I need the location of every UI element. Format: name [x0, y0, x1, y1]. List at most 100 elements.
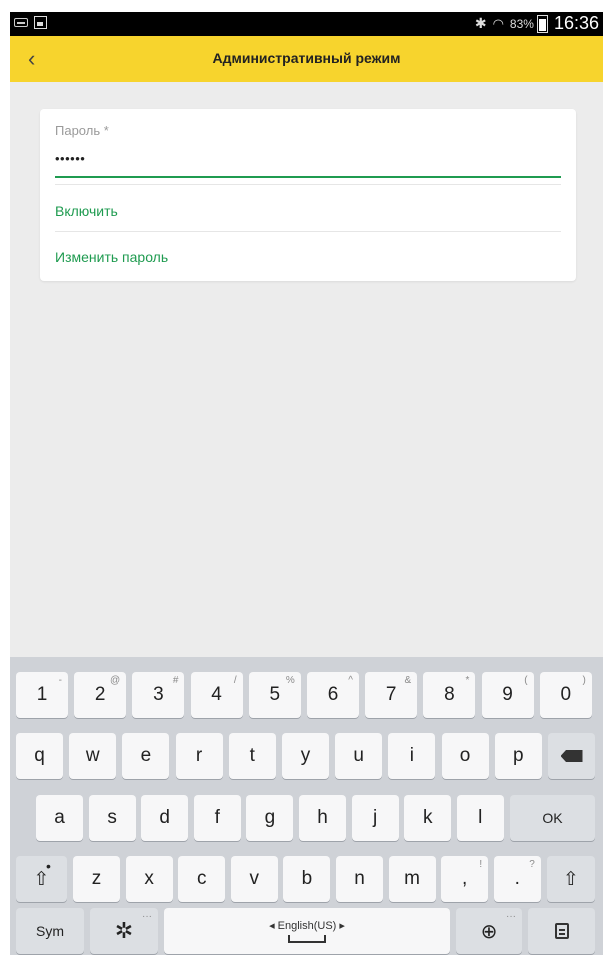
key-r[interactable]: r: [175, 733, 223, 779]
key-w[interactable]: w: [69, 733, 117, 779]
key-u[interactable]: u: [335, 733, 383, 779]
backspace-key[interactable]: [548, 733, 595, 779]
key-label: 6: [327, 684, 339, 705]
key-h[interactable]: h: [299, 795, 346, 841]
key-a[interactable]: a: [36, 795, 83, 841]
key-label: .: [514, 868, 520, 889]
key-label: ,: [462, 868, 468, 889]
key-v[interactable]: v: [230, 856, 278, 902]
sym-key[interactable]: Sym: [16, 908, 84, 954]
settings-key[interactable]: ✲ ···: [90, 908, 158, 954]
enable-button[interactable]: Включить: [55, 203, 118, 219]
globe-icon: ⊕: [480, 920, 498, 943]
key-label: h: [317, 807, 328, 828]
key-hint: &: [404, 675, 412, 686]
shift-key-right[interactable]: ⇧: [547, 856, 595, 902]
key-j[interactable]: j: [351, 795, 399, 841]
key-8[interactable]: 8 *: [423, 672, 476, 718]
key-hint: ?: [529, 859, 535, 870]
key-label: e: [140, 745, 152, 766]
space-icon: [288, 935, 326, 943]
battery-status: 83%: [510, 14, 548, 33]
shift-key-left[interactable]: ⇧ •: [16, 856, 67, 902]
key-b[interactable]: b: [283, 856, 331, 902]
change-password-button[interactable]: Изменить пароль: [55, 249, 168, 265]
key-label: 7: [385, 684, 397, 705]
key-label: 1: [36, 684, 48, 705]
divider: [55, 184, 561, 185]
key-label: z: [91, 868, 102, 889]
key-2[interactable]: 2 @: [74, 672, 127, 718]
key-label: 0: [560, 684, 572, 705]
key-l[interactable]: l: [456, 795, 504, 841]
key-label: c: [196, 868, 207, 889]
spacebar[interactable]: ◂ English(US) ▸: [164, 908, 450, 954]
key-g[interactable]: g: [246, 795, 294, 841]
divider: [55, 231, 561, 232]
key-7[interactable]: 7 &: [365, 672, 418, 718]
key-label: 8: [444, 684, 455, 705]
key-i[interactable]: i: [388, 733, 436, 779]
key-label: s: [107, 807, 117, 828]
password-input[interactable]: ••••••: [55, 151, 85, 166]
shift-icon: ⇧: [563, 868, 579, 890]
document-strip: [0, 0, 603, 12]
key-hint: ): [582, 675, 586, 686]
key-o[interactable]: o: [441, 733, 489, 779]
key-hint: /: [233, 675, 237, 686]
key-9[interactable]: 9(: [481, 672, 534, 718]
key-1[interactable]: 1-: [16, 672, 68, 718]
ok-key[interactable]: OK: [510, 795, 595, 841]
gear-icon: ✲: [114, 918, 134, 943]
key-label: 5: [269, 684, 281, 705]
key-label: v: [249, 868, 260, 889]
key-5[interactable]: 5%: [248, 672, 301, 718]
key-label: r: [195, 745, 203, 766]
key-.[interactable]: .?: [493, 856, 541, 902]
key-6[interactable]: 6 ^: [307, 672, 359, 718]
key-label: 2: [94, 684, 106, 705]
key-n[interactable]: n: [336, 856, 383, 902]
language-label: ◂ English(US) ▸: [269, 920, 345, 932]
key-label: p: [513, 745, 524, 766]
key-c[interactable]: c: [178, 856, 226, 902]
phone-screen: ✱ ◠ 83% 16:36 ‹ Административный режим П…: [10, 12, 603, 955]
key-label: g: [264, 807, 276, 828]
key-s[interactable]: s: [88, 795, 136, 841]
password-underline: [55, 176, 561, 178]
key-f[interactable]: f: [193, 795, 241, 841]
key-label: o: [459, 745, 471, 766]
key-label: 9: [502, 684, 513, 705]
key-y[interactable]: y: [282, 733, 329, 779]
key-q[interactable]: q: [16, 733, 63, 779]
key-0[interactable]: 0): [539, 672, 592, 718]
key-d[interactable]: d: [141, 795, 189, 841]
backspace-icon: [560, 750, 583, 762]
key-e[interactable]: e: [122, 733, 170, 779]
image-icon: [34, 16, 47, 29]
key-3[interactable]: 3 #: [132, 672, 185, 718]
key-label: b: [301, 868, 313, 889]
key-hint: @: [110, 675, 121, 686]
key-k[interactable]: k: [404, 795, 452, 841]
app-bar: ‹ Административный режим: [10, 36, 603, 82]
language-key[interactable]: ⊕ ···: [456, 908, 522, 954]
key-z[interactable]: z: [73, 856, 120, 902]
clock: 16:36: [553, 13, 599, 33]
key-p[interactable]: p: [494, 733, 542, 779]
key-label: 4: [211, 684, 222, 705]
key-label: n: [354, 868, 365, 889]
key-label: d: [159, 807, 170, 828]
clipboard-key[interactable]: [528, 908, 595, 954]
key-4[interactable]: 4/: [190, 672, 243, 718]
key-t[interactable]: t: [228, 733, 276, 779]
key-hint: *: [465, 675, 470, 686]
key-label: j: [372, 807, 378, 828]
key-hint: %: [285, 675, 295, 686]
key-m[interactable]: m: [388, 856, 436, 902]
key-x[interactable]: x: [125, 856, 173, 902]
key-label: a: [54, 807, 65, 828]
key-,[interactable]: ,!: [441, 856, 489, 902]
on-screen-keyboard: OK ⇧ • ⇧ Sym ✲ ··· ◂ English(US) ▸ ⊕ ··· 1-…: [10, 657, 603, 955]
key-label: i: [409, 745, 414, 766]
